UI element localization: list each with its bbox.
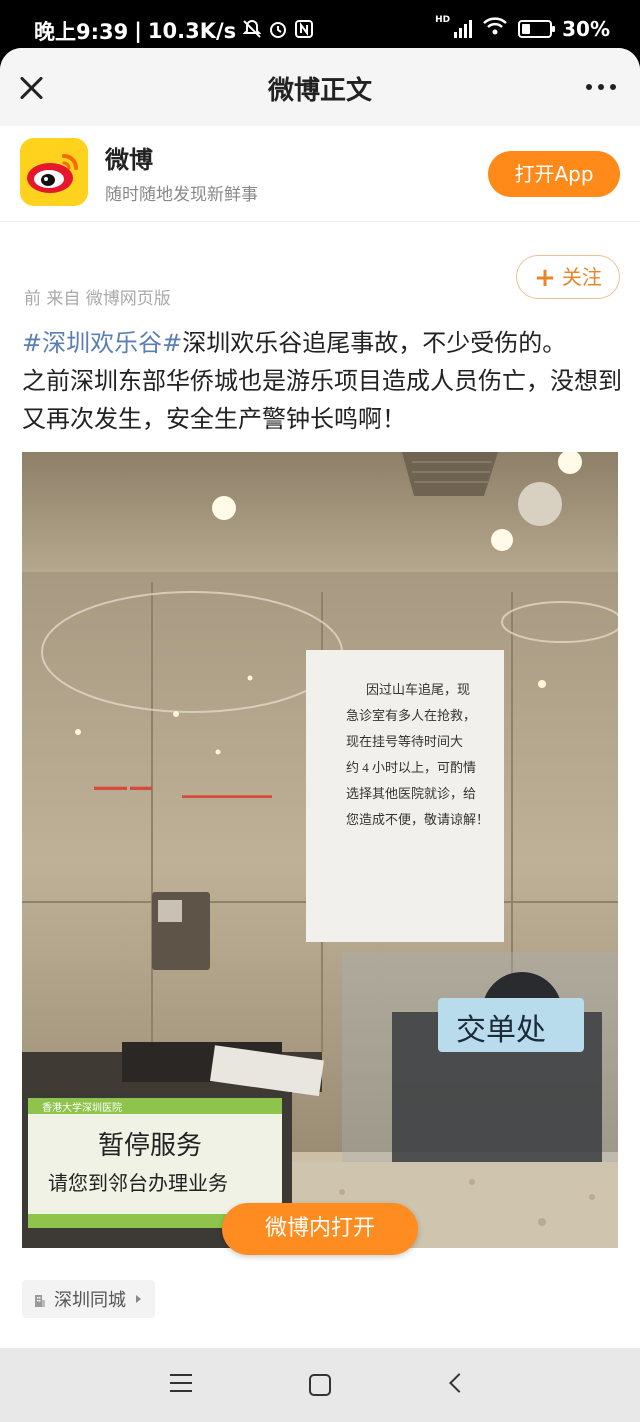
location-label: 深圳同城: [54, 1290, 126, 1311]
signal-icon: [454, 19, 473, 38]
more-icon[interactable]: [586, 84, 616, 90]
mute-icon: [242, 19, 262, 44]
status-left: 晚上9:39 | 10.3K/s: [34, 16, 314, 46]
location-chip[interactable]: 深圳同城: [22, 1280, 155, 1318]
page-title: 微博正文: [267, 76, 372, 106]
svg-text:▬▬▬ ▬▬: ▬▬▬ ▬▬: [94, 781, 152, 793]
window-sign: 交单处: [456, 1014, 546, 1047]
status-time: 晚上9:39: [34, 20, 129, 44]
svg-text:▬▬▬▬▬▬▬▬▬▬: ▬▬▬▬▬▬▬▬▬▬: [182, 790, 272, 800]
follow-label: 关注: [561, 265, 602, 289]
battery-icon: [518, 19, 556, 38]
top-nav: 微博正文: [0, 48, 640, 126]
alarm-icon: [268, 19, 288, 44]
menu-icon[interactable]: [170, 1374, 192, 1394]
post-image[interactable]: ▬▬▬ ▬▬ ▬▬▬▬▬▬▬▬▬▬ 因过山车追尾，现 急诊室有多人在抢救， 现在…: [22, 452, 618, 1248]
battery-percent: 30%: [562, 16, 610, 41]
desk-sign-line2: 请您到邻台办理业务: [48, 1172, 228, 1195]
open-app-button[interactable]: 打开App: [488, 151, 620, 197]
hd-icon: HD: [435, 15, 451, 25]
weibo-logo-icon: [20, 138, 88, 206]
desk-sign-hospital: 香港大学深圳医院: [42, 1101, 122, 1114]
post-text-line1: 深圳欢乐谷追尾事故，不少受伤的。: [182, 329, 567, 357]
open-in-weibo-button[interactable]: 微博内打开: [222, 1203, 418, 1255]
notice-line-6: 您造成不便，敬请谅解！: [346, 812, 489, 827]
notice-line-3: 现在挂号等待时间大: [346, 734, 463, 749]
app-banner: 微博 随时随地发现新鲜事 打开App: [0, 126, 640, 222]
notice-line-4: 约 4 小时以上，可酌情: [346, 760, 476, 775]
system-nav-bar: [0, 1348, 640, 1422]
wifi-icon: [482, 16, 508, 41]
notice-line-2: 急诊室有多人在抢救，: [346, 708, 476, 723]
hashtag-link[interactable]: #深圳欢乐谷#: [22, 329, 182, 357]
post-text: #深圳欢乐谷#深圳欢乐谷追尾事故，不少受伤的。 之前深圳东部华侨城也是游乐项目造…: [22, 324, 622, 438]
back-icon[interactable]: [449, 1373, 469, 1393]
chevron-right-icon: [136, 1295, 141, 1303]
post-meta: 前 来自 微博网页版: [24, 289, 171, 309]
net-speed: 10.3K/s: [147, 19, 237, 43]
post-text-rest: 之前深圳东部华侨城也是游乐项目造成人员伤亡，没想到又再次发生，安全生产警钟长鸣啊…: [22, 367, 622, 433]
building-icon: [34, 1292, 46, 1307]
nfc-icon: [294, 19, 314, 44]
app-slogan: 随时随地发现新鲜事: [105, 185, 258, 205]
app-name: 微博: [105, 146, 153, 174]
notice-line-1: 因过山车追尾，现: [366, 682, 470, 697]
weibo-page: 微博正文 微博 随时随地发现新鲜事 打开App 前 来自 微博网页版 + 关注 #…: [0, 48, 640, 1348]
notice-line-5: 选择其他医院就诊，给: [346, 786, 476, 801]
desk-sign-line1: 暂停服务: [98, 1131, 202, 1160]
plus-icon: +: [534, 263, 556, 293]
follow-button[interactable]: + 关注: [516, 255, 620, 299]
status-right: HD 30%: [435, 16, 610, 41]
home-icon[interactable]: [309, 1374, 331, 1396]
